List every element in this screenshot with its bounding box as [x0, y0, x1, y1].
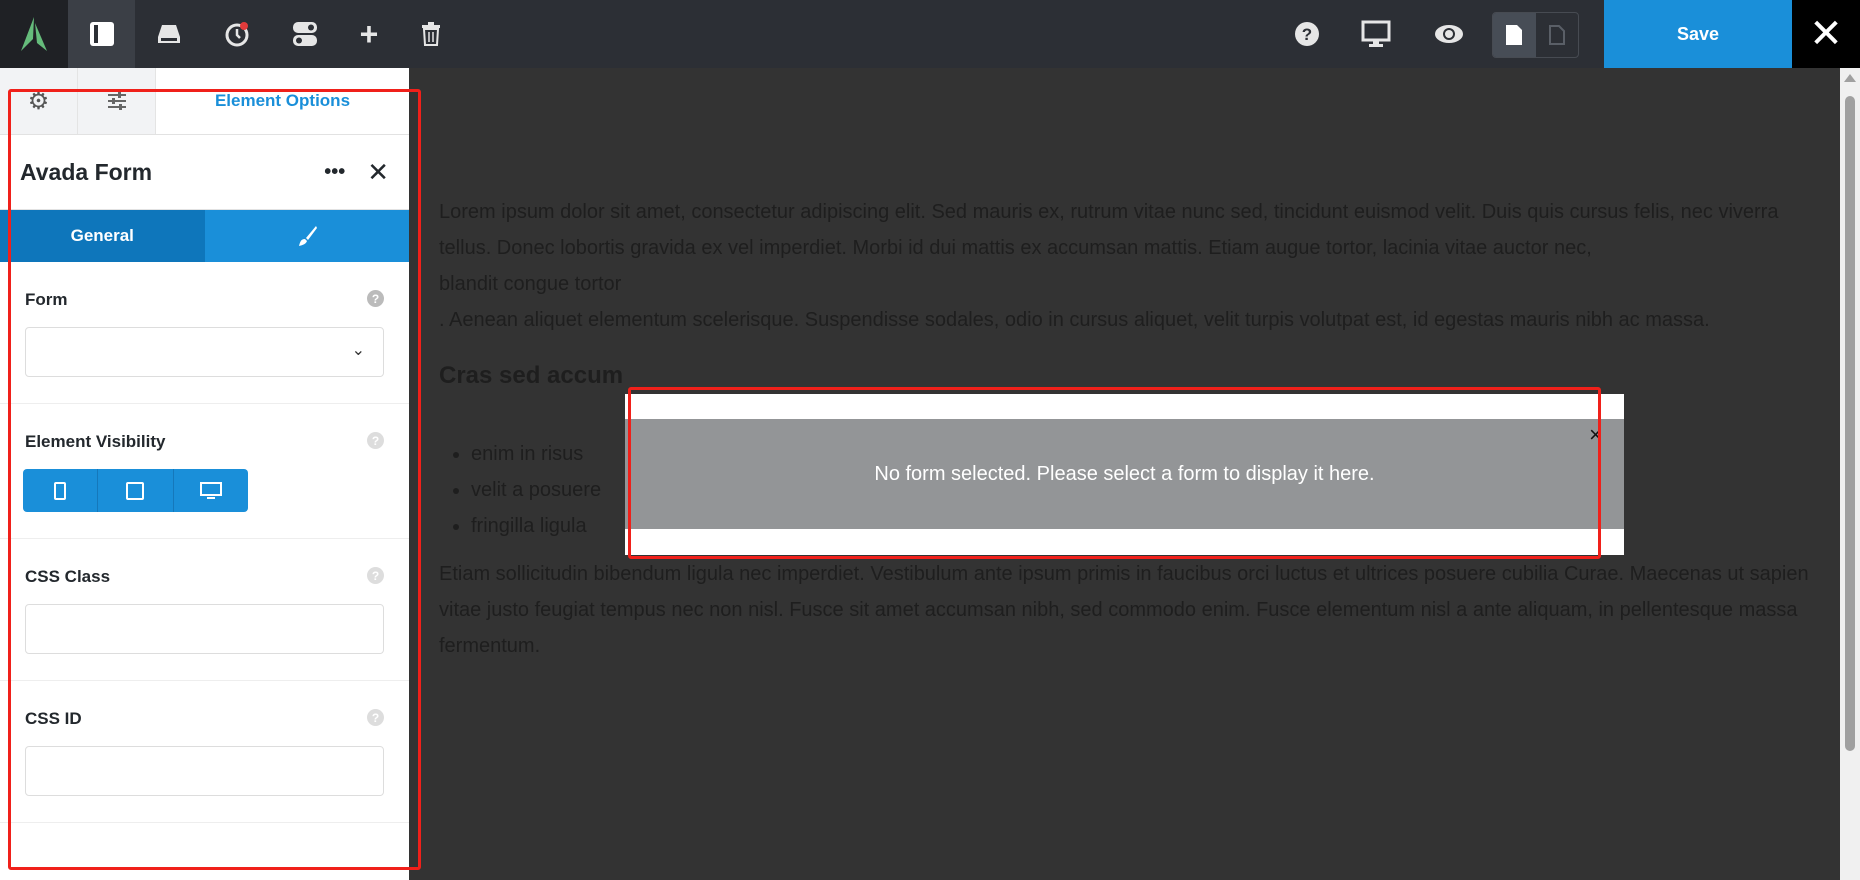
history-icon[interactable] — [216, 0, 258, 68]
avada-logo[interactable] — [0, 0, 68, 68]
paragraph: Lorem ipsum dolor sit amet, consectetur … — [439, 201, 1779, 259]
page-outline-icon[interactable] — [1536, 13, 1579, 57]
page-view-toggle — [1492, 12, 1579, 58]
scroll-thumb[interactable] — [1845, 96, 1855, 751]
paragraph: . Aenean aliquet elementum scelerisque. … — [439, 309, 1710, 331]
save-button[interactable]: Save — [1604, 0, 1792, 68]
preview-icon[interactable] — [1428, 0, 1470, 68]
svg-text:?: ? — [1302, 25, 1312, 44]
add-icon[interactable]: + — [348, 0, 390, 68]
top-toolbar: + ? Save ✕ — [0, 0, 1860, 68]
help-icon[interactable]: ? — [1290, 0, 1324, 68]
panel-toggle-icon[interactable] — [68, 0, 135, 68]
highlight-box-panel — [8, 89, 421, 870]
highlight-box-form — [628, 387, 1601, 559]
scrollbar[interactable] — [1840, 68, 1860, 880]
bold-text: blandit congue tortor — [439, 273, 622, 295]
scroll-up-icon[interactable] — [1844, 74, 1856, 82]
close-builder-button[interactable]: ✕ — [1792, 0, 1860, 68]
trash-icon[interactable] — [410, 0, 452, 68]
toggle-icon[interactable] — [284, 0, 326, 68]
close-icon: ✕ — [1809, 12, 1843, 56]
desktop-icon[interactable] — [1356, 0, 1396, 68]
paragraph: Etiam sollicitudin bibendum ligula nec i… — [439, 563, 1809, 657]
page-icon[interactable] — [1493, 13, 1536, 57]
library-icon[interactable] — [148, 0, 190, 68]
